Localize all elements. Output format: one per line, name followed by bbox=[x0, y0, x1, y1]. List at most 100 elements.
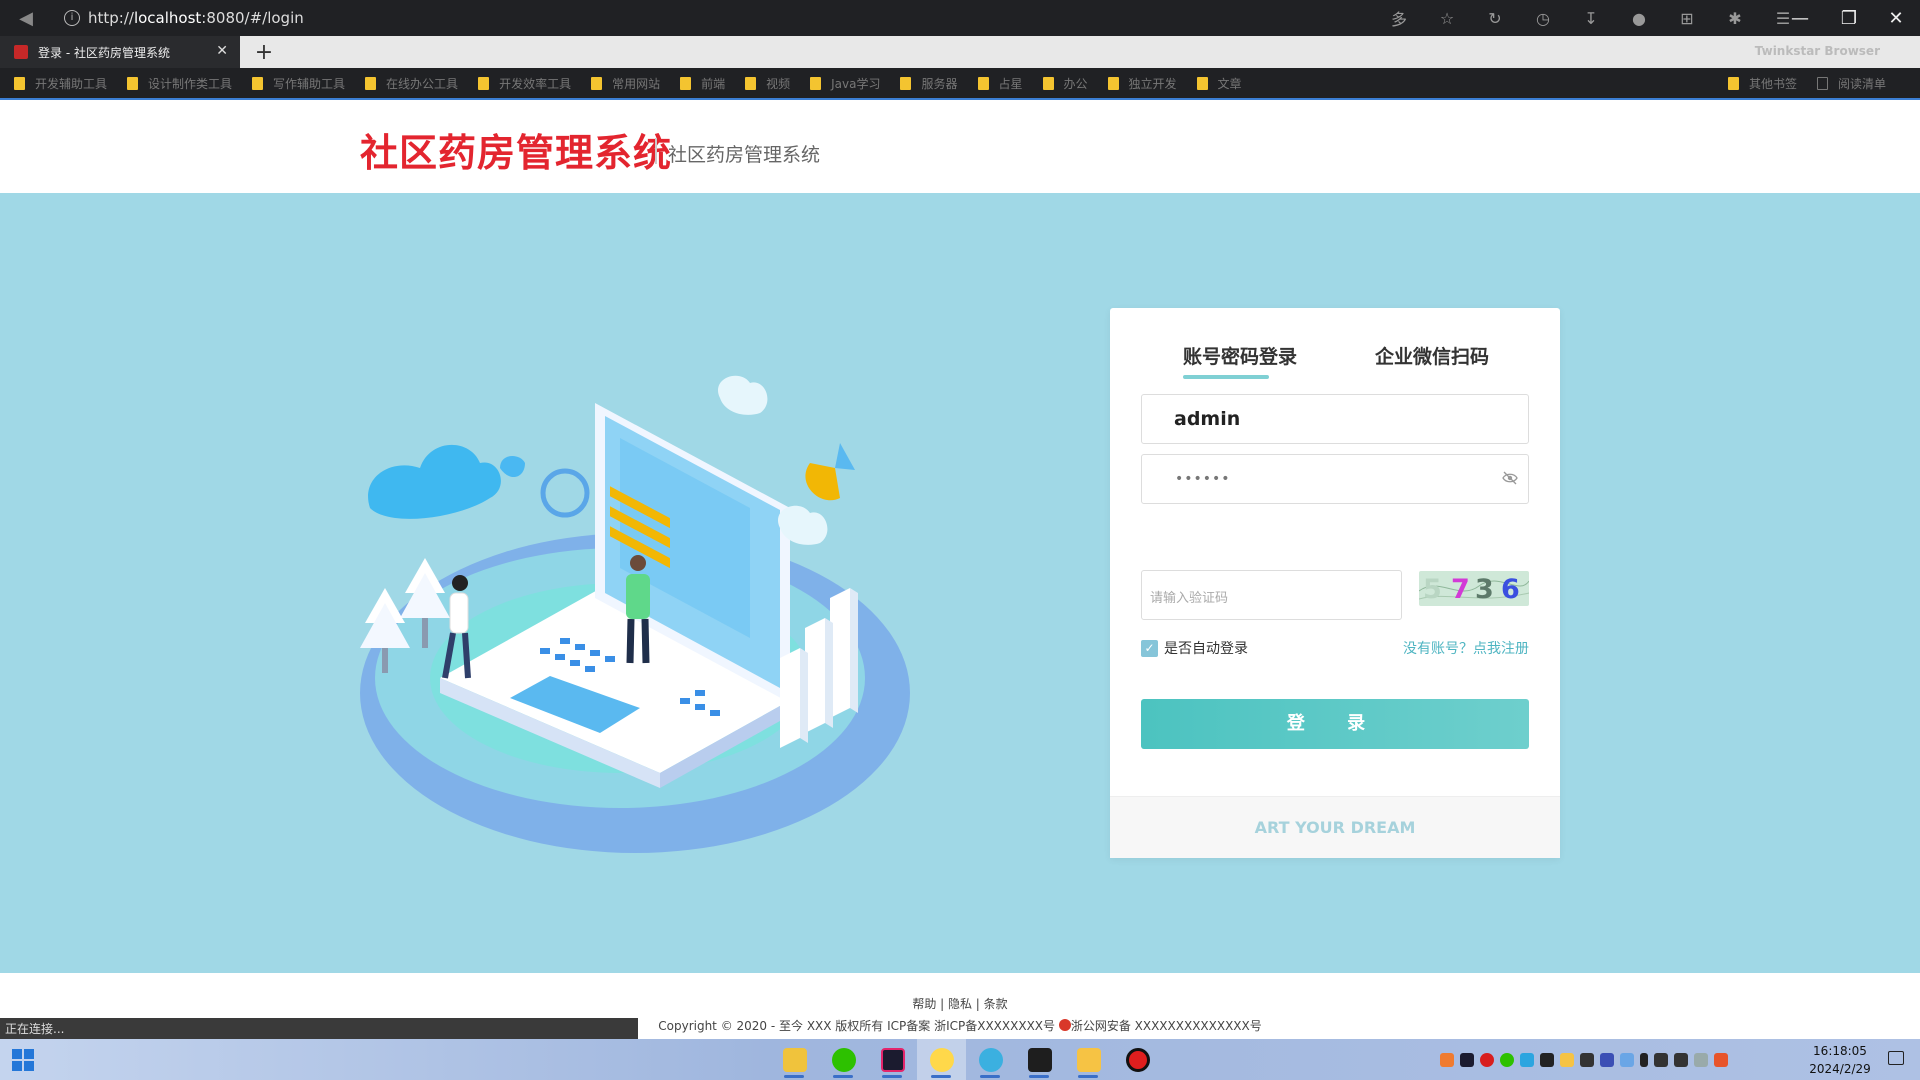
terminal-icon bbox=[1027, 1047, 1052, 1072]
url-path: :8080/#/login bbox=[201, 9, 304, 27]
close-window-icon[interactable]: ✕ bbox=[1872, 0, 1920, 36]
taskbar-app-browser[interactable] bbox=[917, 1039, 966, 1080]
taskbar-clock[interactable]: 16:18:05 2024/2/29 bbox=[1800, 1042, 1880, 1078]
folder-icon bbox=[745, 76, 757, 90]
clock-time: 16:18:05 bbox=[1813, 1044, 1867, 1058]
ime-icon[interactable] bbox=[1694, 1052, 1708, 1067]
bookmark-label: 独立开发 bbox=[1128, 76, 1177, 91]
captcha-image[interactable]: 5 7 3 6 bbox=[1419, 571, 1529, 606]
start-icon[interactable] bbox=[12, 1049, 34, 1071]
tray-folder-icon[interactable] bbox=[1560, 1052, 1574, 1067]
auto-login-checkbox[interactable]: ✓ 是否自动登录 bbox=[1141, 638, 1248, 658]
bookmark-folder[interactable]: 开发辅助工具 bbox=[14, 75, 107, 92]
download-icon[interactable]: ↧ bbox=[1567, 9, 1615, 28]
active-indicator bbox=[931, 1075, 951, 1078]
browser-tab[interactable]: 登录 - 社区药房管理系统 ✕ bbox=[0, 36, 240, 68]
avatar-icon[interactable]: ● bbox=[1615, 9, 1663, 28]
taskbar-apps bbox=[770, 1039, 1162, 1080]
bookmark-label: 占星 bbox=[998, 76, 1023, 91]
back-icon[interactable]: ◀ bbox=[12, 4, 40, 32]
tab-password-login[interactable]: 账号密码登录 bbox=[1183, 342, 1297, 369]
tray-wechat-icon[interactable] bbox=[1500, 1052, 1514, 1067]
tray-bag-icon[interactable] bbox=[1580, 1052, 1594, 1067]
taskbar-app-wechat[interactable] bbox=[819, 1039, 868, 1080]
edge-icon bbox=[978, 1047, 1003, 1072]
folder-icon bbox=[365, 76, 377, 90]
bookmark-folder[interactable]: 在线办公工具 bbox=[365, 75, 458, 92]
minimize-icon[interactable]: — bbox=[1776, 0, 1824, 36]
tray-discord-icon[interactable] bbox=[1600, 1052, 1614, 1067]
tray-sogou-icon[interactable] bbox=[1714, 1052, 1728, 1067]
bookmark-folder[interactable]: 文章 bbox=[1196, 75, 1242, 92]
close-tab-icon[interactable]: ✕ bbox=[216, 43, 228, 59]
captcha-input[interactable]: 请输入验证码 bbox=[1141, 570, 1402, 620]
active-indicator bbox=[784, 1075, 804, 1078]
tray-app-icon[interactable] bbox=[1540, 1052, 1554, 1067]
refresh-icon[interactable]: ↻ bbox=[1471, 9, 1519, 28]
register-link[interactable]: 没有账号？点我注册 bbox=[1403, 638, 1529, 658]
bookmark-folder[interactable]: 占星 bbox=[977, 75, 1023, 92]
toolbar-icons: 多 ☆ ↻ ◷ ↧ ● ⊞ ✱ ☰ bbox=[1375, 0, 1807, 36]
bookmarks-bar: 开发辅助工具 设计制作类工具 写作辅助工具 在线办公工具 开发效率工具 常用网站 前端 视频 J… bbox=[0, 68, 1920, 100]
taskbar-app-explorer[interactable] bbox=[1064, 1039, 1113, 1080]
bookmark-folder[interactable]: 写作辅助工具 bbox=[252, 75, 345, 92]
tray-telegram-icon[interactable] bbox=[1520, 1052, 1534, 1067]
tab-title: 登录 - 社区药房管理系统 bbox=[38, 45, 170, 60]
history-icon[interactable]: ◷ bbox=[1519, 9, 1567, 28]
bookmark-folder[interactable]: 前端 bbox=[680, 75, 725, 92]
footer-links[interactable]: 帮助 | 隐私 | 条款 bbox=[0, 995, 1920, 1012]
taskbar: 16:18:05 2024/2/29 bbox=[0, 1039, 1920, 1080]
bookmark-folder[interactable]: 设计制作类工具 bbox=[127, 75, 232, 92]
site-info-icon[interactable]: i bbox=[64, 10, 80, 26]
bookmark-folder[interactable]: 服务器 bbox=[900, 75, 958, 92]
folder-icon bbox=[1196, 76, 1208, 90]
translate-icon[interactable]: 多 bbox=[1375, 6, 1423, 30]
bookmark-folder-right[interactable]: 其他书签 bbox=[1727, 75, 1797, 92]
bookmark-folder[interactable]: 视频 bbox=[745, 75, 790, 92]
folder-icon bbox=[1727, 76, 1739, 90]
wifi-icon[interactable] bbox=[1654, 1052, 1668, 1067]
notification-icon[interactable] bbox=[1888, 1051, 1904, 1065]
active-indicator bbox=[1078, 1075, 1098, 1078]
tray-ide-icon[interactable] bbox=[1460, 1052, 1474, 1067]
auto-login-label: 是否自动登录 bbox=[1164, 641, 1248, 657]
tray-record-icon[interactable] bbox=[1480, 1052, 1494, 1067]
username-input[interactable]: admin bbox=[1141, 394, 1529, 444]
bookmark-folder-right[interactable]: 阅读清单 bbox=[1816, 75, 1886, 92]
bookmark-folder[interactable]: 独立开发 bbox=[1107, 75, 1177, 92]
tray-network-app-icon[interactable] bbox=[1620, 1052, 1634, 1067]
folder-icon bbox=[252, 76, 264, 90]
taskbar-app-photos[interactable] bbox=[770, 1039, 819, 1080]
photos-icon bbox=[782, 1047, 807, 1072]
bookmark-folder[interactable]: 开发效率工具 bbox=[478, 75, 571, 92]
login-tabs: 账号密码登录 企业微信扫码 bbox=[1110, 336, 1560, 379]
bookmark-label: 服务器 bbox=[921, 76, 958, 91]
card-slogan: ART YOUR DREAM bbox=[1110, 796, 1560, 858]
taskbar-app-intellij[interactable] bbox=[868, 1039, 917, 1080]
taskbar-app-recorder[interactable] bbox=[1113, 1039, 1162, 1080]
login-button[interactable]: 登 录 bbox=[1141, 699, 1529, 749]
new-tab-icon[interactable]: + bbox=[248, 36, 280, 68]
extension-icon[interactable]: ✱ bbox=[1711, 9, 1759, 28]
microphone-icon[interactable] bbox=[1640, 1052, 1648, 1067]
eye-toggle-icon[interactable] bbox=[1502, 470, 1518, 486]
tab-wechat-login[interactable]: 企业微信扫码 bbox=[1375, 342, 1489, 369]
active-indicator bbox=[980, 1075, 1000, 1078]
tray-qq-icon[interactable] bbox=[1440, 1052, 1454, 1067]
taskbar-app-edge[interactable] bbox=[966, 1039, 1015, 1080]
bookmark-label: 文章 bbox=[1217, 76, 1242, 91]
bookmark-label: 开发效率工具 bbox=[499, 76, 572, 91]
bookmark-folder[interactable]: 常用网站 bbox=[591, 75, 660, 92]
bookmark-star-icon[interactable]: ☆ bbox=[1423, 9, 1471, 28]
volume-icon[interactable] bbox=[1674, 1052, 1688, 1067]
taskbar-app-terminal[interactable] bbox=[1015, 1039, 1064, 1080]
intellij-icon bbox=[880, 1047, 905, 1072]
folder-icon bbox=[1042, 76, 1054, 90]
url-field[interactable]: http://localhost:8080/#/login bbox=[88, 9, 304, 27]
bookmark-folder[interactable]: 办公 bbox=[1042, 75, 1088, 92]
crop-icon[interactable]: ⊞ bbox=[1663, 9, 1711, 28]
folder-icon bbox=[680, 76, 692, 90]
password-input[interactable]: •••••• bbox=[1141, 454, 1529, 504]
bookmark-folder[interactable]: Java学习 bbox=[810, 75, 880, 92]
restore-icon[interactable]: ❐ bbox=[1825, 0, 1873, 36]
